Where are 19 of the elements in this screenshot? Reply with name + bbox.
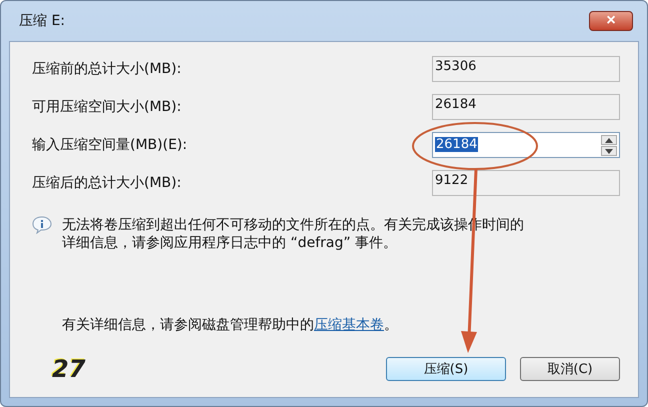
field-label: 可用压缩空间大小(MB): — [32, 98, 182, 116]
readonly-field: 35306 — [432, 56, 620, 82]
cancel-button[interactable]: 取消(C) — [520, 357, 620, 381]
field-label: 压缩后的总计大小(MB): — [32, 174, 182, 192]
spin-down-button[interactable] — [601, 146, 617, 156]
shrink-button[interactable]: 压缩(S) — [386, 357, 506, 381]
field-label: 输入压缩空间量(MB)(E): — [32, 136, 188, 154]
window-title: 压缩 E: — [18, 12, 66, 30]
step-number: 27 — [52, 355, 86, 383]
down-arrow-icon — [605, 148, 613, 154]
readonly-field: 26184 — [432, 94, 620, 120]
input-field[interactable]: 26184 — [432, 132, 620, 158]
info-icon — [32, 216, 52, 234]
field-label: 压缩前的总计大小(MB): — [32, 60, 182, 78]
readonly-field: 9122 — [432, 170, 620, 196]
spin-up-button[interactable] — [601, 135, 617, 145]
up-arrow-icon — [605, 138, 613, 142]
help-text: 有关详细信息，请参阅磁盘管理帮助中的压缩基本卷。 — [62, 316, 399, 334]
help-link[interactable]: 压缩基本卷 — [314, 317, 384, 333]
